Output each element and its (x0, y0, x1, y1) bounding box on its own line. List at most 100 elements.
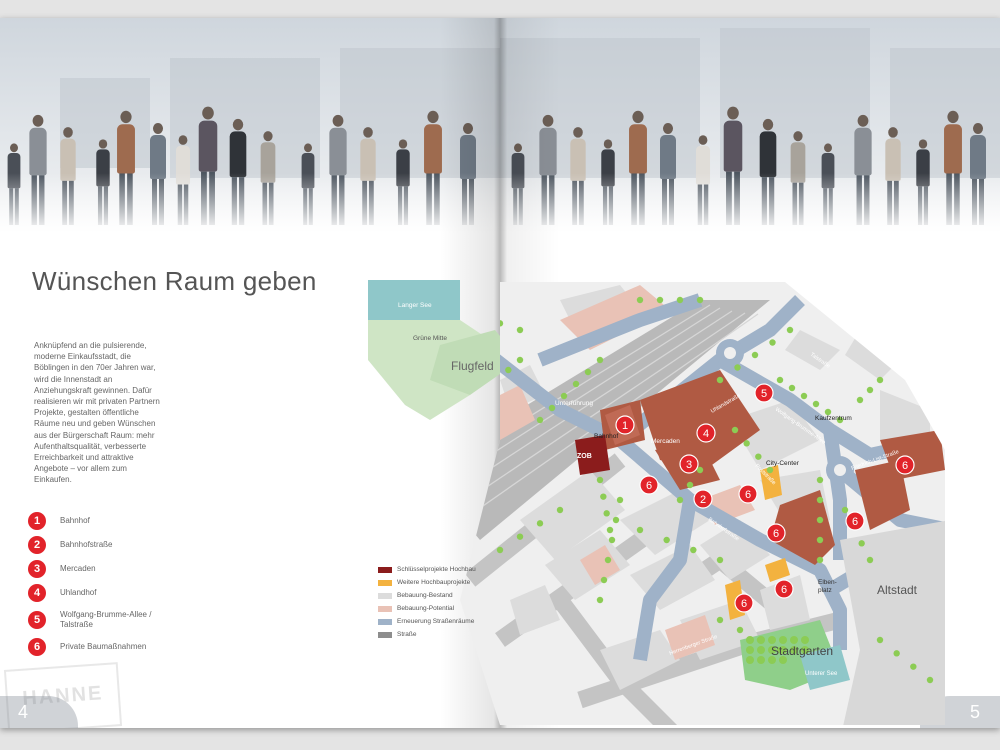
tree-icon (447, 417, 453, 423)
tree-icon (746, 656, 754, 664)
map-number-badge-label: 6 (745, 489, 751, 501)
legend-label: Erneuerung Straßenräume (397, 618, 475, 625)
map-label-stadtgarten: Stadtgarten (771, 644, 833, 658)
tree-icon (600, 493, 607, 500)
tree-icon (841, 506, 849, 514)
map-number-badge-label: 6 (902, 460, 908, 472)
tree-icon (460, 406, 465, 414)
map-label-bahnhof: Bahnhof (594, 433, 618, 440)
tree-icon (596, 596, 604, 604)
map-label-zob: ZOB (577, 453, 592, 460)
tree-icon (656, 296, 664, 304)
map-label-flugfeld: Flugfeld (451, 359, 494, 373)
legend-item: Bebauung-Bestand (378, 592, 453, 599)
tree-icon (572, 380, 580, 388)
map-number-badge-label: 6 (741, 598, 747, 610)
tree-icon (788, 384, 796, 392)
city-map: Langer See Grüne Mitte Flugfeld Unterfüh… (368, 280, 945, 725)
tree-icon (600, 576, 608, 584)
tree-icon (686, 481, 694, 489)
tree-icon (616, 496, 624, 504)
tree-icon (751, 351, 759, 359)
map-label-mercaden: Mercaden (651, 438, 680, 445)
tree-icon (746, 646, 754, 654)
legend-label: Straße (397, 631, 417, 638)
legend-swatch (378, 631, 392, 638)
legend-item: Erneuerung Straßenräume (378, 618, 474, 625)
tree-icon (412, 447, 418, 453)
map-label-unterer-see: Unterer See (805, 671, 838, 677)
tree-icon (716, 616, 724, 624)
map-number-badge-label: 4 (703, 428, 709, 440)
tree-icon (560, 392, 568, 400)
tree-icon (676, 496, 684, 504)
lake-langer-see (368, 280, 460, 320)
map-number-badge-label: 5 (761, 388, 767, 400)
tree-icon (663, 536, 670, 544)
map-number-badge-label: 2 (700, 494, 706, 506)
tree-icon (596, 356, 604, 364)
tree-icon (496, 546, 504, 554)
tree-icon (731, 426, 739, 434)
tree-icon (779, 636, 787, 644)
tree-icon (786, 326, 794, 334)
tree-icon (769, 339, 776, 346)
tree-icon (496, 320, 504, 327)
tree-icon (423, 437, 429, 443)
tree-icon (790, 636, 798, 644)
tree-icon (608, 536, 616, 544)
tree-icon (876, 636, 884, 644)
tree-icon (603, 510, 610, 517)
tree-icon (612, 516, 620, 524)
tree-icon (676, 296, 684, 304)
tree-icon (716, 376, 724, 384)
tree-icon (734, 364, 741, 371)
tree-icon (801, 636, 809, 644)
map-number-badge-label: 1 (622, 420, 628, 432)
map-label-altstadt: Altstadt (877, 583, 918, 597)
tree-icon (768, 636, 776, 644)
tree-icon (556, 506, 564, 514)
tree-icon (736, 626, 744, 634)
map-number-badge-label: 6 (773, 528, 779, 540)
tree-icon (746, 636, 754, 644)
legend-swatch (378, 566, 392, 573)
tree-icon (816, 496, 824, 504)
tree-icon (536, 416, 544, 424)
tree-icon (776, 376, 784, 384)
tree-icon (435, 427, 441, 433)
tree-icon (926, 676, 934, 684)
map-number-badge-label: 6 (781, 584, 787, 596)
legend-item: Schlüsselprojekte Hochbau (378, 566, 476, 573)
legend-item: Bebauung-Potential (378, 605, 454, 612)
map-label-gruene-mitte: Grüne Mitte (413, 335, 447, 342)
tree-icon (800, 392, 808, 400)
legend-item: Straße (378, 631, 417, 638)
legend-item: Weitere Hochbauprojekte (378, 579, 470, 586)
tree-icon (816, 476, 824, 484)
tree-icon (757, 656, 765, 664)
map-number-badge-label: 3 (686, 459, 692, 471)
tree-icon (856, 396, 864, 404)
tree-icon (690, 546, 697, 554)
tree-icon (606, 526, 614, 534)
map-label-city-center: City-Center (766, 460, 800, 467)
tree-icon (866, 556, 874, 564)
legend-label: Bebauung-Bestand (397, 592, 453, 599)
tree-icon (505, 366, 512, 374)
tree-icon (516, 326, 524, 334)
tree-icon (876, 376, 884, 384)
legend-label: Weitere Hochbauprojekte (397, 579, 471, 586)
tree-icon (476, 313, 484, 320)
tree-icon (636, 526, 644, 534)
map-number-badge-label: 6 (852, 516, 858, 528)
tree-icon (516, 356, 524, 364)
tree-icon (866, 386, 874, 394)
tree-icon (536, 520, 544, 527)
tree-icon (696, 296, 704, 304)
tree-icon (584, 368, 592, 376)
legend-swatch (378, 579, 392, 586)
tree-icon (596, 476, 604, 484)
tree-icon (858, 540, 865, 547)
tree-icon (481, 386, 489, 394)
